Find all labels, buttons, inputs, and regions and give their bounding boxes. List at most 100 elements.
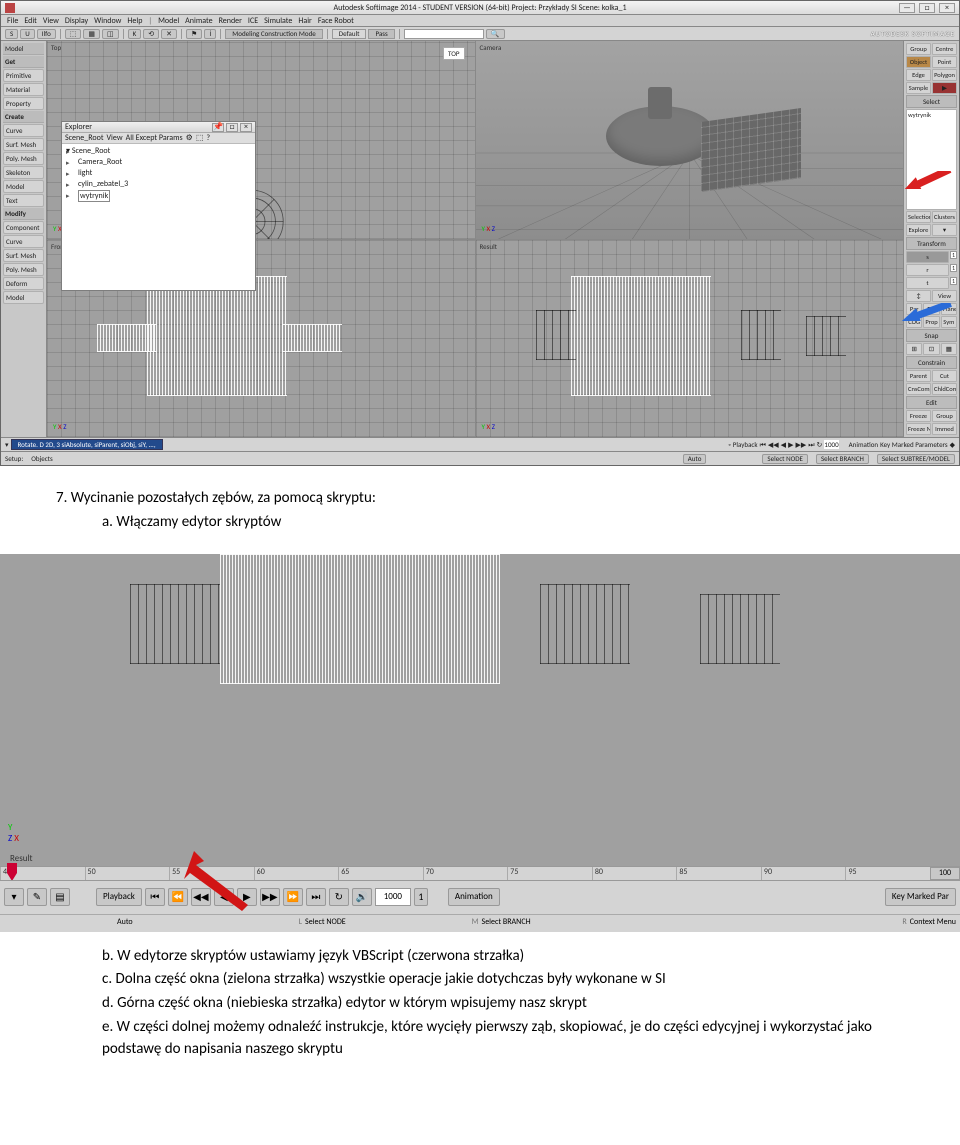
ex-btn[interactable]: ⚙ [186,133,193,143]
tl-key[interactable]: ◆ [950,440,955,449]
left-tab-model[interactable]: Model [3,43,44,55]
explorer-max[interactable]: □ [226,123,238,132]
tl-last[interactable]: ⏭ [808,440,814,450]
rp-btn[interactable]: ↕ [906,290,931,302]
rp-s[interactable]: s [906,251,949,263]
tree-node[interactable]: Camera_Root [66,157,251,168]
tl-loop[interactable]: ↻ [329,888,349,906]
tl-first[interactable]: ⏮ [145,888,165,906]
ruler-end[interactable]: 100 [930,867,960,880]
left-btn[interactable]: Curve [3,124,44,137]
rp-sample[interactable]: Sample [906,82,931,94]
left-btn[interactable]: Property [3,97,44,110]
menu-window[interactable]: Window [94,16,121,26]
rp-point[interactable]: Point [932,56,957,68]
menu-display[interactable]: Display [65,16,88,26]
animation-label[interactable]: Animation [448,888,500,906]
toolbar-undo[interactable]: K [128,29,142,39]
tree-node[interactable]: ▾ Scene_Root [66,146,251,157]
rp-snap-btn[interactable]: ⊞ [906,343,922,355]
ex-scope[interactable]: Scene_Root [65,133,104,143]
construction-mode-dropdown[interactable]: Modeling Construction Mode [225,29,322,39]
tl-play[interactable]: ▶ [788,440,793,449]
playback-label[interactable]: Playback [733,440,758,449]
rp-group[interactable]: Group [906,43,931,55]
toolbar-btn-u[interactable]: U [20,29,35,39]
rp-cnscomp[interactable]: CnsComp [906,383,931,395]
kmp-label[interactable]: Key Marked Par [885,888,956,906]
toolbar-btn-i[interactable]: ⅰ [204,29,216,39]
menu-edit[interactable]: Edit [24,16,37,26]
left-btn[interactable]: Component [3,221,44,234]
tl-frame[interactable]: 1000 [824,440,838,449]
sb-node[interactable]: Select NODE [762,454,808,464]
toolbar-btn[interactable]: ▦ [83,29,100,39]
ruler-marker[interactable] [7,863,17,880]
tl-fwd[interactable]: ▶▶ [795,440,806,449]
toolbar-btn-s[interactable]: S [5,29,18,39]
timeline-ruler[interactable]: 45 50 55 60 65 70 75 80 85 90 95 100 [0,866,960,880]
frame-field[interactable]: 1000 [375,888,411,906]
viewport-result[interactable]: Result Y X Z [476,240,904,438]
sb-subtree[interactable]: Select SUBTREE/MODEL [877,454,955,464]
script-editor-icon[interactable]: ✎ [27,888,47,906]
explorer-pin[interactable]: 📌 [212,123,224,132]
rp-snap-btn[interactable]: ⊡ [923,343,939,355]
script-lang-dropdown[interactable]: ▾ [4,888,24,906]
left-btn[interactable]: Deform [3,277,44,290]
ex-view[interactable]: View [107,133,123,143]
toolbar-btn-x[interactable]: ✕ [161,29,177,39]
left-btn[interactable]: Model [3,291,44,304]
tl-nextkey[interactable]: ⏩ [283,888,303,906]
rp-selection[interactable]: Selection [906,211,931,223]
left-btn[interactable]: Poly. Mesh [3,263,44,276]
explorer-window[interactable]: Explorer 📌 □ × Scene_Root View All Excep… [61,121,256,291]
ex-btn[interactable]: ⬚ [196,133,204,143]
ex-filter[interactable]: All Except Params [126,133,183,143]
rp-object[interactable]: Object [906,56,931,68]
rp-parent[interactable]: Parent [906,370,931,382]
btn-default[interactable]: Default [332,29,367,39]
branch-label[interactable]: Select BRANCH [482,917,531,927]
btn-pass[interactable]: Pass [368,29,394,39]
left-btn[interactable]: Skeleton [3,166,44,179]
tl-animation[interactable]: Animation [849,440,878,449]
minimize-button[interactable]: — [899,3,915,13]
tl-audio-icon[interactable]: 🔊 [352,888,372,906]
rp-edge[interactable]: Edge [906,69,931,81]
rp-freezem[interactable]: Freeze M [906,423,931,435]
left-btn[interactable]: Text [3,194,44,207]
rp-filter[interactable]: ▾ [932,224,957,236]
menu-hair[interactable]: Hair [298,16,311,26]
left-btn[interactable]: Curve [3,235,44,248]
playback-label[interactable]: Playback [96,888,142,906]
tl-first[interactable]: ⏮ [760,440,766,450]
sb-auto[interactable]: Auto [683,454,707,464]
rp-clusters[interactable]: Clusters [932,211,957,223]
explorer-close[interactable]: × [240,123,252,132]
sb-branch[interactable]: Select BRANCH [816,454,869,464]
menu-model[interactable]: Model [158,16,179,26]
tl-loop[interactable]: ↻ [817,440,823,449]
rp-polygon[interactable]: Polygon [932,69,957,81]
rp-num[interactable]: 1 [950,264,957,272]
rp-cut[interactable]: Cut [932,370,957,382]
console-icon[interactable]: ▤ [50,888,70,906]
rp-r[interactable]: r [906,264,949,276]
tl-back[interactable]: ◀ [781,440,786,449]
toolbar-btn[interactable]: ⬚ [65,29,82,39]
viewport-camera[interactable]: Camera Y X Z [476,41,904,239]
rp-explore[interactable]: Explore [906,224,931,236]
rp-num[interactable]: 1 [950,277,957,285]
left-btn[interactable]: Surf. Mesh [3,249,44,262]
toolbar-redo[interactable]: ⟲ [143,29,159,39]
node-label[interactable]: Select NODE [305,917,346,927]
maximize-button[interactable]: □ [919,3,935,13]
tree-node[interactable]: cylin_zebatel_3 [66,179,251,190]
rp-immed[interactable]: Immed [932,423,957,435]
search-input[interactable] [404,29,484,39]
left-btn[interactable]: Primitive [3,69,44,82]
tree-node-selected[interactable]: wytrynik [66,190,251,202]
tl-kmp[interactable]: Key Marked Parameters [880,440,948,449]
rp-t[interactable]: t [906,277,949,289]
